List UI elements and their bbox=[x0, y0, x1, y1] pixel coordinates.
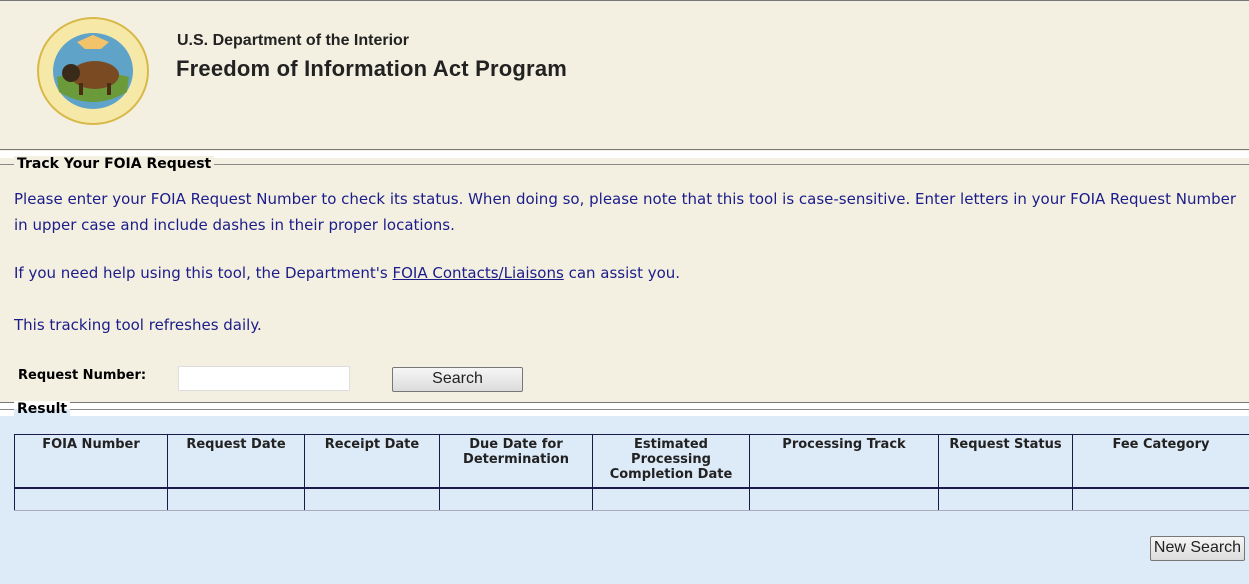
table-cell bbox=[305, 488, 440, 511]
request-number-label: Request Number: bbox=[18, 368, 146, 383]
foia-contacts-link[interactable]: FOIA Contacts/Liaisons bbox=[392, 264, 563, 282]
search-button[interactable]: Search bbox=[392, 367, 523, 392]
result-section: Result FOIA Number Request Date Receipt … bbox=[0, 402, 1249, 584]
refresh-note: This tracking tool refreshes daily. bbox=[14, 316, 262, 334]
help-text: If you need help using this tool, the De… bbox=[14, 264, 680, 282]
help-text-after: can assist you. bbox=[564, 264, 680, 282]
agency-name: U.S. Department of the Interior bbox=[177, 32, 409, 50]
new-search-button[interactable]: New Search bbox=[1150, 536, 1245, 561]
table-cell bbox=[750, 488, 939, 511]
table-cell bbox=[168, 488, 305, 511]
column-header: Request Date bbox=[168, 435, 305, 489]
table-cell bbox=[15, 488, 168, 511]
site-header: U.S. Department of the Interior Freedom … bbox=[0, 0, 1249, 150]
request-number-input[interactable] bbox=[178, 366, 350, 391]
column-header: Processing Track bbox=[750, 435, 939, 489]
table-cell bbox=[939, 488, 1073, 511]
table-row bbox=[15, 488, 1249, 511]
instructions-text: Please enter your FOIA Request Number to… bbox=[14, 186, 1239, 238]
column-header: Estimated Processing Completion Date bbox=[593, 435, 750, 489]
table-cell bbox=[1073, 488, 1249, 511]
column-header: Fee Category bbox=[1073, 435, 1249, 489]
divider bbox=[0, 409, 1249, 410]
instructions-line-1: Please enter your FOIA Request Number to… bbox=[14, 190, 1105, 208]
result-legend: Result bbox=[14, 401, 70, 417]
column-header: Receipt Date bbox=[305, 435, 440, 489]
results-table: FOIA Number Request Date Receipt Date Du… bbox=[14, 434, 1249, 511]
table-cell bbox=[593, 488, 750, 511]
table-cell bbox=[440, 488, 593, 511]
department-seal-logo bbox=[37, 17, 149, 125]
program-title: Freedom of Information Act Program bbox=[176, 56, 567, 82]
column-header: FOIA Number bbox=[15, 435, 168, 489]
track-legend: Track Your FOIA Request bbox=[14, 156, 214, 172]
column-header: Due Date for Determination bbox=[440, 435, 593, 489]
column-header: Request Status bbox=[939, 435, 1073, 489]
help-text-before: If you need help using this tool, the De… bbox=[14, 264, 392, 282]
table-header-row: FOIA Number Request Date Receipt Date Du… bbox=[15, 435, 1249, 489]
